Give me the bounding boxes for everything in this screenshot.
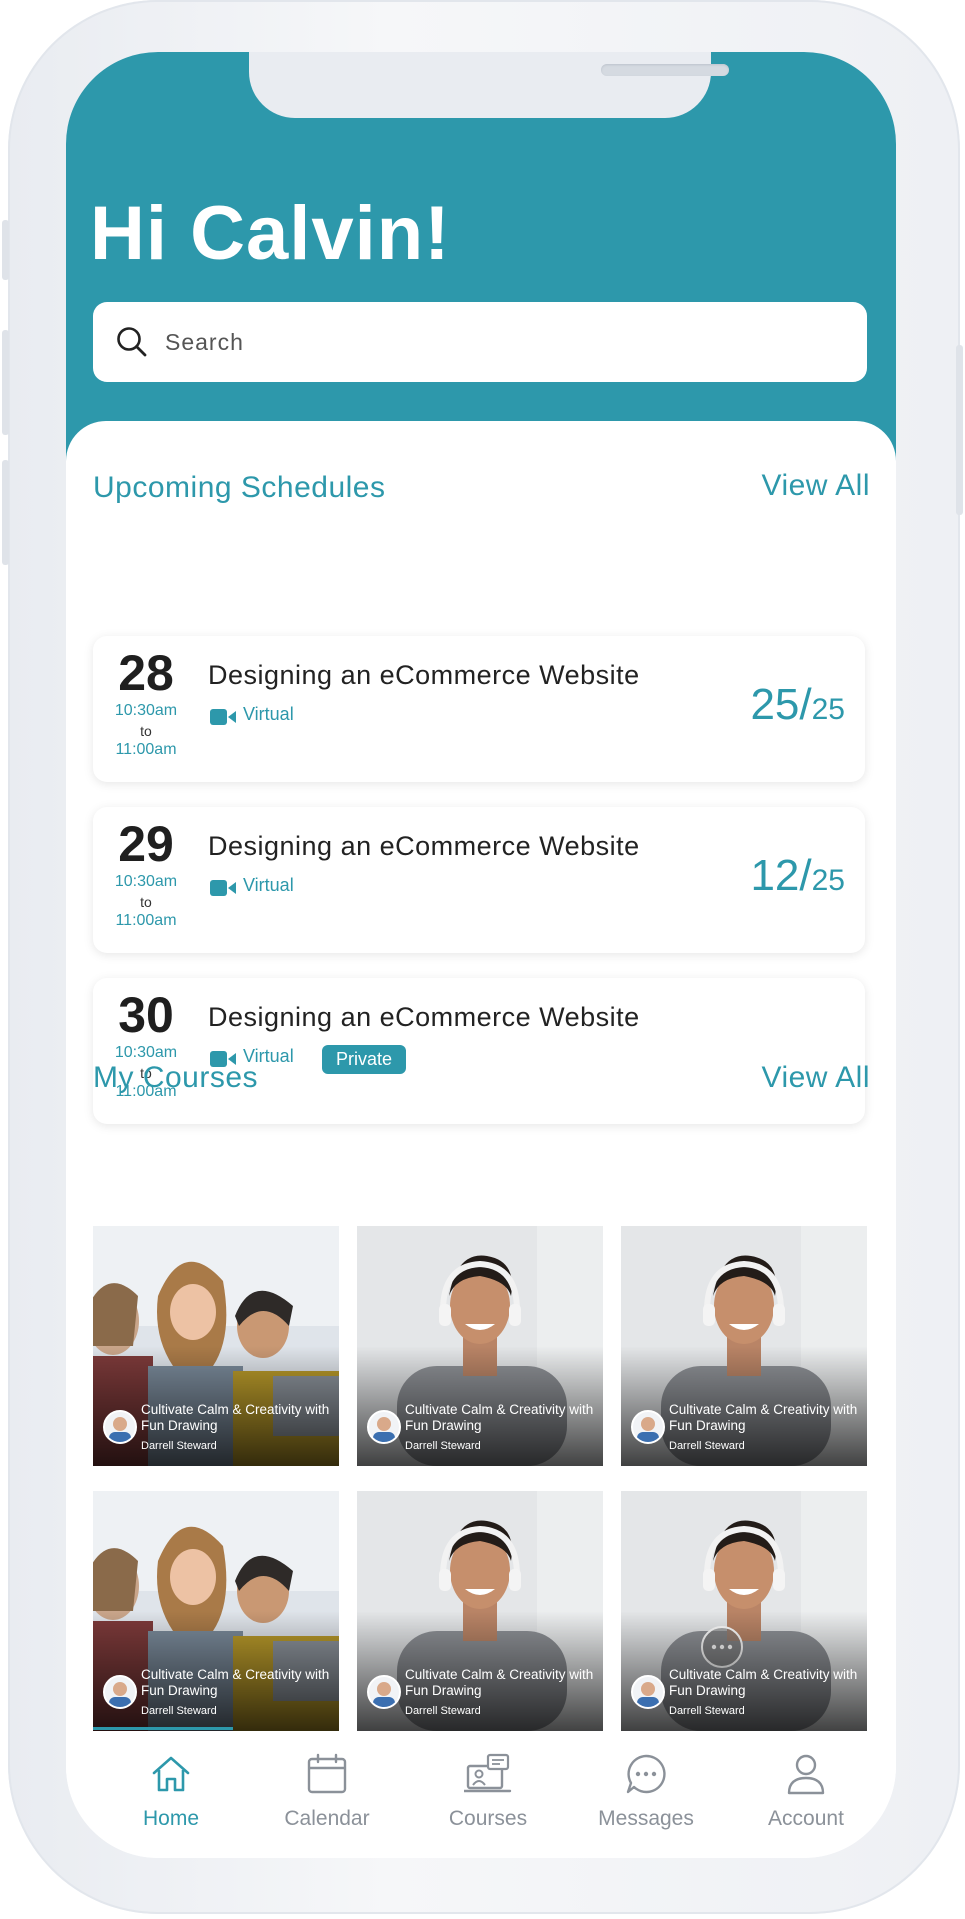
main-content: Upcoming Schedules View All 28 10:30am t… xyxy=(66,421,896,1858)
volume-up-button xyxy=(2,330,9,435)
schedule-title: Designing an eCommerce Website xyxy=(208,660,640,690)
course-card[interactable]: Cultivate Calm & Creativity with Fun Dra… xyxy=(357,1491,603,1731)
schedule-to-label: to xyxy=(140,894,152,910)
greeting: Hi Calvin! xyxy=(90,191,451,276)
tab-account-label: Account xyxy=(768,1807,844,1830)
active-tab-indicator xyxy=(93,1727,233,1730)
my-courses-title: My Courses xyxy=(93,1061,259,1094)
schedule-day: 28 xyxy=(118,645,174,701)
attendee-count-total: 25 xyxy=(811,693,845,726)
video-camera-icon xyxy=(210,709,236,725)
schedule-card[interactable]: 29 10:30am to 11:00am Designing an eComm… xyxy=(93,807,865,953)
video-camera-icon xyxy=(210,880,236,896)
schedule-start-time: 10:30am xyxy=(114,1044,178,1061)
tab-messages[interactable]: Messages xyxy=(571,1752,721,1831)
schedule-end-time: 11:00am xyxy=(115,912,177,929)
account-icon xyxy=(787,1754,825,1795)
tab-home[interactable]: Home xyxy=(96,1752,246,1831)
course-title: Cultivate Calm & Creativity with Fun Dra… xyxy=(405,1667,594,1698)
schedule-mode: Virtual xyxy=(243,875,294,895)
power-button xyxy=(956,345,963,515)
schedule-day: 30 xyxy=(118,987,174,1043)
attendee-count: 25/25 xyxy=(750,680,845,730)
schedule-to-label: to xyxy=(140,723,152,739)
schedule-end-time: 11:00am xyxy=(115,741,177,758)
tab-account[interactable]: Account xyxy=(731,1752,881,1831)
attendee-count-current: 25/ xyxy=(750,680,812,729)
attendee-count-total: 25 xyxy=(811,864,845,897)
course-author: Darrell Steward xyxy=(669,1705,745,1717)
app-screen: Hi Calvin! Upcoming Schedules View All 2… xyxy=(66,52,896,1858)
messages-icon xyxy=(626,1754,666,1794)
tab-calendar[interactable]: Calendar xyxy=(252,1752,402,1831)
tab-courses-label: Courses xyxy=(448,1807,528,1830)
course-title: Cultivate Calm & Creativity with Fun Dra… xyxy=(405,1402,594,1433)
schedule-card[interactable]: 30 10:30am to 11:00am Designing an eComm… xyxy=(93,978,865,1124)
tab-messages-label: Messages xyxy=(598,1807,694,1830)
speaker xyxy=(601,64,729,76)
tab-courses[interactable]: Courses xyxy=(413,1752,563,1831)
course-title: Cultivate Calm & Creativity with Fun Dra… xyxy=(669,1667,858,1698)
phone-notch xyxy=(249,52,729,118)
upcoming-schedules-title: Upcoming Schedules xyxy=(93,471,386,504)
course-card[interactable]: Cultivate Calm & Creativity with Fun Dra… xyxy=(93,1226,339,1466)
course-author: Darrell Steward xyxy=(405,1440,481,1452)
search-icon xyxy=(117,327,147,357)
courses-view-all-link[interactable]: View All xyxy=(761,1061,870,1095)
schedule-start-time: 10:30am xyxy=(114,702,178,719)
author-avatar xyxy=(103,1675,137,1709)
author-avatar xyxy=(367,1675,401,1709)
home-icon xyxy=(152,1756,190,1792)
schedule-card[interactable]: 28 10:30am to 11:00am Designing an eComm… xyxy=(93,636,865,782)
course-card[interactable]: Cultivate Calm & Creativity with Fun Dra… xyxy=(93,1491,339,1731)
calendar-icon xyxy=(307,1753,347,1794)
course-card[interactable]: Cultivate Calm & Creativity with Fun Dra… xyxy=(357,1226,603,1466)
schedule-day: 29 xyxy=(118,816,174,872)
schedule-title: Designing an eCommerce Website xyxy=(208,1002,640,1032)
course-title: Cultivate Calm & Creativity with Fun Dra… xyxy=(141,1667,330,1698)
attendee-count-current: 12/ xyxy=(750,851,812,900)
course-card[interactable]: Cultivate Calm & Creativity with Fun Dra… xyxy=(621,1226,867,1466)
tab-home-label: Home xyxy=(142,1807,200,1830)
course-author: Darrell Steward xyxy=(405,1705,481,1717)
schedule-start-time: 10:30am xyxy=(114,873,178,890)
tab-calendar-label: Calendar xyxy=(284,1807,370,1830)
course-title: Cultivate Calm & Creativity with Fun Dra… xyxy=(141,1402,330,1433)
course-author: Darrell Steward xyxy=(141,1440,217,1452)
attendee-count: 12/25 xyxy=(750,851,845,901)
upcoming-view-all-link[interactable]: View All xyxy=(761,469,870,503)
volume-down-button xyxy=(2,460,9,565)
private-badge: Private xyxy=(322,1045,407,1074)
courses-icon xyxy=(462,1753,512,1793)
author-avatar xyxy=(367,1410,401,1444)
author-avatar xyxy=(103,1410,137,1444)
search-input[interactable] xyxy=(163,327,817,357)
course-author: Darrell Steward xyxy=(141,1705,217,1717)
author-avatar xyxy=(631,1410,665,1444)
course-card[interactable]: Cultivate Calm & Creativity with Fun Dra… xyxy=(621,1491,867,1731)
course-title: Cultivate Calm & Creativity with Fun Dra… xyxy=(669,1402,858,1433)
search-bar[interactable] xyxy=(93,302,867,382)
mute-switch xyxy=(2,220,9,280)
course-author: Darrell Steward xyxy=(669,1440,745,1452)
schedule-mode: Virtual xyxy=(243,704,294,724)
schedule-title: Designing an eCommerce Website xyxy=(208,831,640,861)
author-avatar xyxy=(631,1675,665,1709)
